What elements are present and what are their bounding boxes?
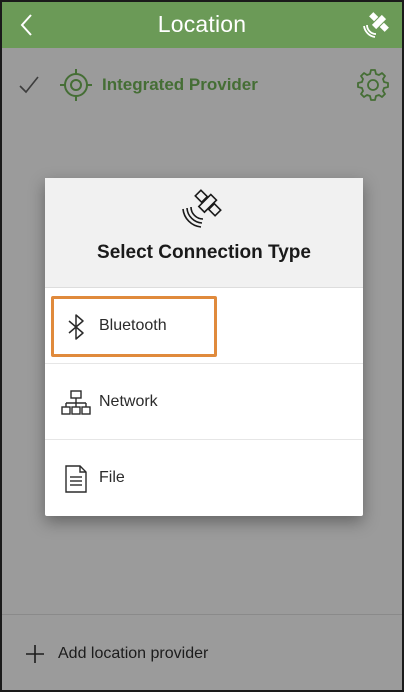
- provider-name: Integrated Provider: [102, 75, 258, 94]
- page-title: Location: [157, 11, 247, 37]
- dimmed-content: Integrated Provider Add location provide…: [2, 48, 402, 690]
- crosshair-target-icon: [60, 69, 92, 101]
- bluetooth-icon: [68, 314, 84, 340]
- connection-type-dialog: Select Connection Type Bluetooth Network…: [45, 178, 363, 516]
- dialog-header: Select Connection Type: [45, 178, 363, 288]
- satellite-icon: [182, 189, 222, 228]
- option-file[interactable]: File: [45, 440, 363, 516]
- option-network[interactable]: Network: [45, 364, 363, 440]
- checkmark-icon: [19, 76, 39, 94]
- satellite-icon: [363, 12, 389, 38]
- nav-header: Location: [2, 2, 402, 48]
- option-label: File: [99, 469, 125, 486]
- file-icon: [65, 465, 87, 493]
- app-screen: Location Integrated Provider Add locatio…: [0, 0, 404, 692]
- option-label: Network: [99, 393, 158, 410]
- plus-icon: [26, 645, 44, 663]
- provider-row[interactable]: Integrated Provider: [2, 48, 402, 122]
- gear-icon[interactable]: [356, 68, 390, 102]
- option-label: Bluetooth: [99, 317, 167, 334]
- option-bluetooth[interactable]: Bluetooth: [45, 288, 363, 364]
- gps-status-button[interactable]: [362, 9, 392, 41]
- add-provider-label: Add location provider: [58, 645, 209, 662]
- dialog-title: Select Connection Type: [97, 242, 311, 263]
- network-icon: [61, 390, 91, 415]
- add-location-provider-button[interactable]: Add location provider: [2, 614, 402, 690]
